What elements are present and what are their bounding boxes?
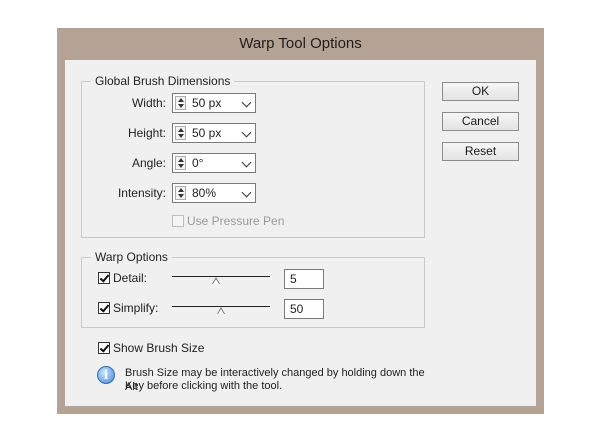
detail-slider-thumb[interactable] [212,277,220,284]
intensity-spin-arrows[interactable] [175,186,186,200]
use-pressure-pen-label: Use Pressure Pen [187,214,285,228]
ok-button[interactable]: OK [442,82,519,101]
warp-options-title: Warp Options [91,250,172,264]
show-brush-size-label: Show Brush Size [113,341,205,355]
intensity-value: 80% [192,186,217,200]
show-brush-size-checkbox[interactable] [98,342,110,354]
detail-checkbox[interactable] [98,272,110,284]
reset-button[interactable]: Reset [442,142,519,161]
width-combo[interactable]: 50 px [172,93,256,113]
use-pressure-pen-checkbox[interactable] [172,215,184,227]
simplify-input[interactable]: 50 [284,299,324,319]
cancel-button[interactable]: Cancel [442,112,519,131]
detail-input[interactable]: 5 [284,269,324,289]
chevron-down-icon[interactable] [241,157,252,168]
chevron-down-icon[interactable] [241,187,252,198]
angle-spin-arrows[interactable] [175,156,186,170]
dialog-body: Global Brush Dimensions Width: 50 px Hei… [65,60,536,406]
height-label: Height: [127,126,166,140]
width-label: Width: [131,96,166,110]
info-icon: i [97,366,115,384]
simplify-slider-thumb[interactable] [217,307,225,314]
detail-slider-track[interactable] [172,276,270,277]
chevron-down-icon[interactable] [241,97,252,108]
dialog-title: Warp Tool Options [239,35,362,52]
warp-tool-options-dialog: Warp Tool Options Global Brush Dimension… [57,28,544,414]
angle-combo[interactable]: 0° [172,153,256,173]
intensity-label: Intensity: [117,186,166,200]
width-spin-arrows[interactable] [175,96,186,110]
chevron-down-icon[interactable] [241,127,252,138]
width-value: 50 px [192,96,222,110]
height-value: 50 px [192,126,222,140]
height-combo[interactable]: 50 px [172,123,256,143]
angle-value: 0° [192,156,204,170]
brush-size-hint-line2: Key before clicking with the tool. [125,380,283,392]
simplify-label: Simplify: [113,301,159,315]
simplify-checkbox[interactable] [98,302,110,314]
global-brush-dimensions-title: Global Brush Dimensions [91,74,235,88]
height-spin-arrows[interactable] [175,126,186,140]
detail-label: Detail: [113,271,148,285]
global-brush-dimensions-group: Global Brush Dimensions Width: 50 px Hei… [81,74,425,238]
intensity-combo[interactable]: 80% [172,183,256,203]
warp-options-group: Warp Options Detail: 5 Simplify: 50 [81,250,425,328]
angle-label: Angle: [131,156,166,170]
